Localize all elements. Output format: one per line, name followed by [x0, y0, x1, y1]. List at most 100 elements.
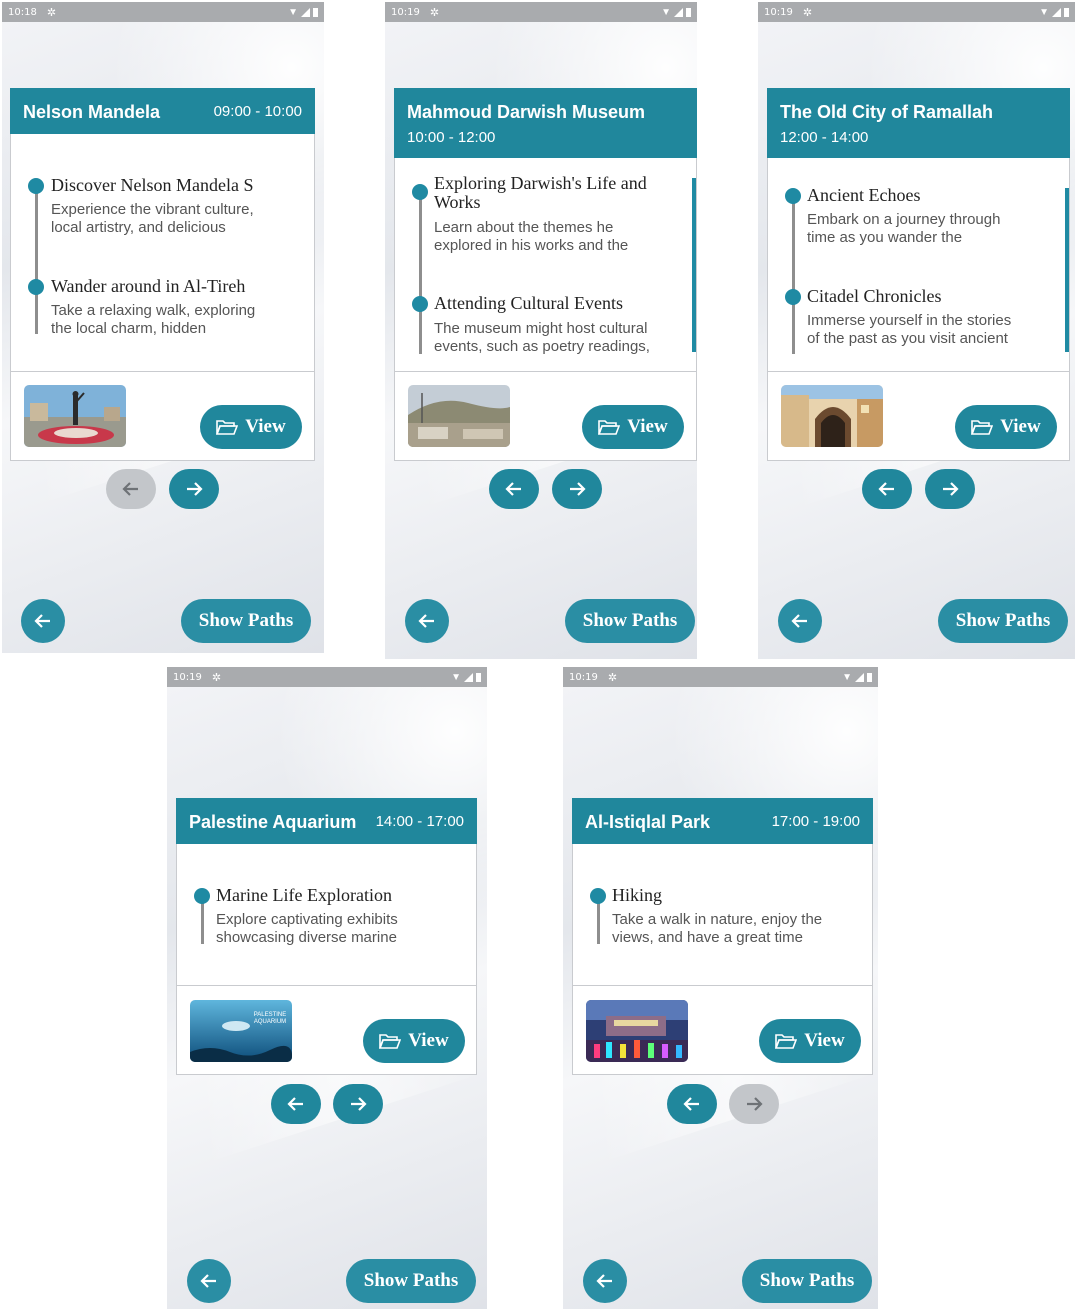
- folder-open-icon: [775, 1033, 798, 1049]
- signal-icon: [464, 672, 473, 682]
- next-button[interactable]: [169, 469, 219, 509]
- screen-5: 10:19 ✲ ▼ Al-Istiqlal Park 17:00 - 19:00…: [563, 667, 878, 1309]
- arrow-right-icon: [351, 1097, 367, 1111]
- activity-desc: Learn about the themes he: [434, 219, 614, 236]
- back-button[interactable]: [778, 599, 822, 643]
- back-button[interactable]: [187, 1259, 231, 1303]
- activities-panel[interactable]: Ancient Echoes Embark on a journey throu…: [767, 158, 1070, 372]
- wifi-icon: ▼: [661, 6, 671, 18]
- scrollbar[interactable]: [1065, 188, 1069, 352]
- activities-panel[interactable]: Hiking Take a walk in nature, enjoy the …: [572, 844, 873, 986]
- statue-plaza-photo[interactable]: [24, 385, 126, 447]
- show-paths-button[interactable]: Show Paths: [565, 599, 695, 643]
- prev-button[interactable]: [489, 469, 539, 509]
- arrow-left-icon: [200, 1274, 216, 1288]
- activity-desc: of the past as you visit ancient: [807, 330, 1008, 347]
- prev-button[interactable]: [271, 1084, 321, 1124]
- view-button[interactable]: View: [955, 405, 1057, 449]
- signal-icon: [674, 7, 683, 17]
- screen-4: 10:19 ✲ ▼ Palestine Aquarium 14:00 - 17:…: [167, 667, 487, 1309]
- screen-2: 10:19 ✲ ▼ Mahmoud Darwish Museum 10:00 -…: [385, 2, 697, 659]
- aquarium-photo[interactable]: PALESTINE AQUARIUM: [190, 1000, 292, 1062]
- status-bar: 10:18 ✲ ▼: [2, 2, 324, 22]
- next-button[interactable]: [925, 469, 975, 509]
- status-icons: ▼: [661, 7, 691, 18]
- activity-title: Citadel Chronicles: [807, 286, 942, 306]
- arrow-left-icon: [418, 614, 434, 628]
- wifi-icon: ▼: [1039, 6, 1049, 18]
- activity-desc: Experience the vibrant culture,: [51, 201, 254, 218]
- timeline-line: [419, 190, 422, 354]
- arrow-right-icon: [943, 482, 959, 496]
- card-header: Al-Istiqlal Park 17:00 - 19:00: [572, 798, 873, 844]
- back-button[interactable]: [405, 599, 449, 643]
- activity-desc: Explore captivating exhibits: [216, 911, 398, 928]
- status-icons: ▼: [451, 672, 481, 683]
- view-button[interactable]: View: [582, 405, 684, 449]
- view-button[interactable]: View: [200, 405, 302, 449]
- wifi-icon: ▼: [451, 671, 461, 683]
- location-title: Palestine Aquarium: [189, 812, 357, 832]
- activity-title: Works: [434, 192, 481, 212]
- prev-button[interactable]: [667, 1084, 717, 1124]
- activity-desc: showcasing diverse marine: [216, 929, 397, 946]
- old-city-arch-photo[interactable]: [781, 385, 883, 447]
- activity-title: Ancient Echoes: [807, 185, 921, 205]
- activity-desc: local artistry, and delicious: [51, 219, 226, 236]
- activities-panel[interactable]: Marine Life Exploration Explore captivat…: [176, 844, 477, 986]
- timeline-dot: [785, 188, 801, 204]
- status-bar: 10:19 ✲ ▼: [563, 667, 878, 687]
- signal-icon: [301, 7, 310, 17]
- location-title: Nelson Mandela: [23, 102, 161, 122]
- timeline-dot: [28, 178, 44, 194]
- museum-hill-photo[interactable]: [408, 385, 510, 447]
- activities-panel[interactable]: Exploring Darwish's Life and Works Learn…: [394, 158, 697, 372]
- view-button[interactable]: View: [363, 1019, 465, 1063]
- battery-icon: [476, 672, 481, 682]
- back-button[interactable]: [21, 599, 65, 643]
- activity-desc: Take a walk in nature, enjoy the: [612, 911, 823, 928]
- settings-icon: ✲: [607, 671, 618, 684]
- next-button[interactable]: [333, 1084, 383, 1124]
- activity-desc: views, and have a great time: [612, 929, 803, 946]
- settings-icon: ✲: [46, 6, 57, 19]
- arrow-left-icon: [791, 614, 807, 628]
- view-button[interactable]: View: [759, 1019, 861, 1063]
- back-button[interactable]: [583, 1259, 627, 1303]
- card-header: The Old City of Ramallah 12:00 - 14:00: [767, 88, 1070, 158]
- activities-panel[interactable]: Discover Nelson Mandela S Experience the…: [10, 134, 315, 372]
- signal-icon: [855, 672, 864, 682]
- folder-open-icon: [216, 419, 239, 435]
- arrow-right-icon: [187, 482, 203, 496]
- park-fountain-photo[interactable]: [586, 1000, 688, 1062]
- prev-button[interactable]: [862, 469, 912, 509]
- next-button[interactable]: [729, 1084, 779, 1124]
- settings-icon: ✲: [802, 6, 813, 19]
- show-paths-button[interactable]: Show Paths: [938, 599, 1068, 643]
- next-button[interactable]: [552, 469, 602, 509]
- prev-button[interactable]: [106, 469, 156, 509]
- view-label: View: [1000, 416, 1041, 437]
- status-bar: 10:19 ✲ ▼: [758, 2, 1075, 22]
- time-range: 14:00 - 17:00: [375, 813, 464, 830]
- location-title: The Old City of Ramallah: [780, 102, 994, 122]
- arrow-right-icon: [570, 482, 586, 496]
- settings-icon: ✲: [429, 6, 440, 19]
- photo-area: View: [10, 371, 315, 461]
- timeline-dot: [194, 888, 210, 904]
- battery-icon: [867, 672, 872, 682]
- status-time: 10:19: [764, 6, 793, 18]
- activity-desc: explored in his works and the: [434, 237, 629, 254]
- battery-icon: [686, 7, 691, 17]
- activity-title: Attending Cultural Events: [434, 293, 623, 313]
- card-header: Palestine Aquarium 14:00 - 17:00: [176, 798, 477, 844]
- status-time: 10:19: [173, 671, 202, 683]
- signal-icon: [1052, 7, 1061, 17]
- activity-desc: The museum might host cultural: [434, 320, 648, 337]
- show-paths-button[interactable]: Show Paths: [181, 599, 311, 643]
- scrollbar[interactable]: [692, 178, 696, 352]
- status-icons: ▼: [842, 672, 872, 683]
- show-paths-button[interactable]: Show Paths: [346, 1259, 476, 1303]
- show-paths-button[interactable]: Show Paths: [742, 1259, 872, 1303]
- arrow-left-icon: [122, 482, 138, 496]
